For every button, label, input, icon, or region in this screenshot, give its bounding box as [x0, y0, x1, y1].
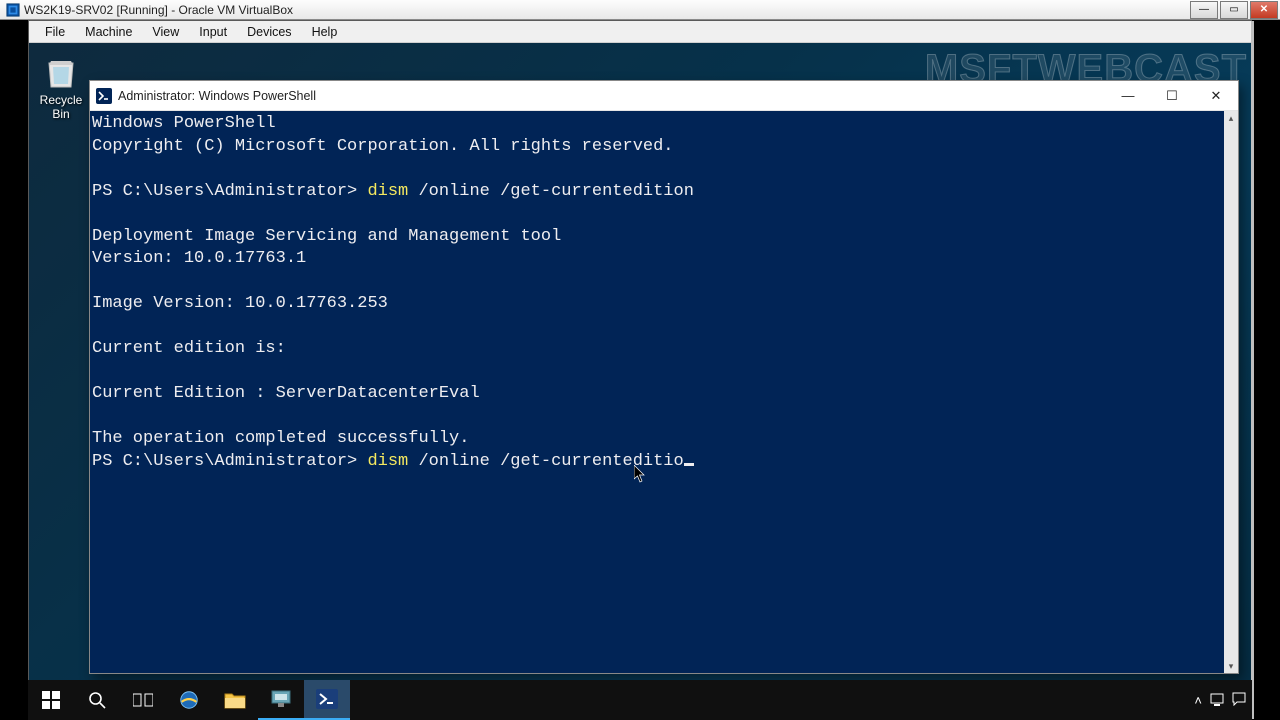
console-command: dism	[367, 182, 408, 201]
taskbar-taskview-button[interactable]	[120, 680, 166, 720]
scrollbar-down-icon[interactable]: ▾	[1224, 659, 1238, 673]
taskbar-powershell-button[interactable]	[304, 680, 350, 720]
guest-desktop[interactable]: MSFTWEBCAST Recycle Bin Administrator: W…	[29, 43, 1251, 719]
host-window-title: WS2K19-SRV02 [Running] - Oracle VM Virtu…	[24, 3, 293, 17]
console-line: Copyright (C) Microsoft Corporation. All…	[92, 137, 674, 156]
console-line: The operation completed successfully.	[92, 429, 469, 448]
menu-view[interactable]: View	[142, 23, 189, 41]
powershell-icon	[96, 88, 112, 104]
console-line: Deployment Image Servicing and Managemen…	[92, 227, 561, 246]
system-tray: ˄	[1194, 692, 1252, 709]
host-window-titlebar: WS2K19-SRV02 [Running] - Oracle VM Virtu…	[0, 0, 1280, 20]
ps-maximize-button[interactable]: ☐	[1150, 81, 1194, 111]
guest-taskbar: ˄	[28, 680, 1252, 720]
console-line: Current edition is:	[92, 339, 286, 358]
virtualbox-icon	[6, 3, 20, 17]
tray-chevron-up-icon[interactable]: ˄	[1194, 693, 1202, 708]
taskbar-explorer-button[interactable]	[212, 680, 258, 720]
menu-input[interactable]: Input	[189, 23, 237, 41]
scrollbar-track[interactable]	[1224, 125, 1238, 659]
recycle-bin-shortcut[interactable]: Recycle Bin	[31, 51, 91, 121]
host-maximize-button[interactable]: ▭	[1220, 1, 1248, 19]
console-caret	[684, 463, 694, 466]
taskbar-search-button[interactable]	[74, 680, 120, 720]
ps-minimize-button[interactable]: —	[1106, 81, 1150, 111]
recycle-bin-label: Recycle Bin	[31, 93, 91, 121]
host-close-button[interactable]: ✕	[1250, 1, 1278, 19]
taskbar-ie-button[interactable]	[166, 680, 212, 720]
powershell-console[interactable]: Windows PowerShell Copyright (C) Microso…	[90, 111, 1224, 673]
powershell-window: Administrator: Windows PowerShell — ☐ ✕ …	[89, 80, 1239, 674]
menu-machine[interactable]: Machine	[75, 23, 142, 41]
virtualbox-menubar: File Machine View Input Devices Help	[29, 21, 1251, 43]
powershell-scrollbar[interactable]: ▴ ▾	[1224, 111, 1238, 673]
menu-help[interactable]: Help	[302, 23, 348, 41]
powershell-titlebar[interactable]: Administrator: Windows PowerShell — ☐ ✕	[90, 81, 1238, 111]
console-prompt: PS C:\Users\Administrator>	[92, 452, 367, 471]
console-line: Windows PowerShell	[92, 114, 276, 133]
tray-network-icon[interactable]	[1210, 693, 1224, 707]
start-button[interactable]	[28, 680, 74, 720]
menu-devices[interactable]: Devices	[237, 23, 301, 41]
menu-file[interactable]: File	[35, 23, 75, 41]
console-line: Current Edition : ServerDatacenterEval	[92, 384, 480, 403]
console-args: /online /get-currentedition	[408, 182, 694, 201]
console-line: Version: 10.0.17763.1	[92, 249, 306, 268]
scrollbar-up-icon[interactable]: ▴	[1224, 111, 1238, 125]
powershell-window-controls: — ☐ ✕	[1106, 81, 1238, 111]
host-minimize-button[interactable]: —	[1190, 1, 1218, 19]
console-args: /online /get-currenteditio	[408, 452, 683, 471]
taskbar-server-manager-button[interactable]	[258, 680, 304, 720]
ps-close-button[interactable]: ✕	[1194, 81, 1238, 111]
console-line: Image Version: 10.0.17763.253	[92, 294, 388, 313]
host-window-controls: — ▭ ✕	[1188, 1, 1278, 19]
console-prompt: PS C:\Users\Administrator>	[92, 182, 367, 201]
recycle-bin-icon	[41, 51, 81, 91]
virtualbox-viewport: File Machine View Input Devices Help MSF…	[28, 20, 1252, 720]
powershell-title: Administrator: Windows PowerShell	[118, 89, 316, 103]
console-command: dism	[367, 452, 408, 471]
tray-action-center-icon[interactable]	[1232, 692, 1246, 709]
